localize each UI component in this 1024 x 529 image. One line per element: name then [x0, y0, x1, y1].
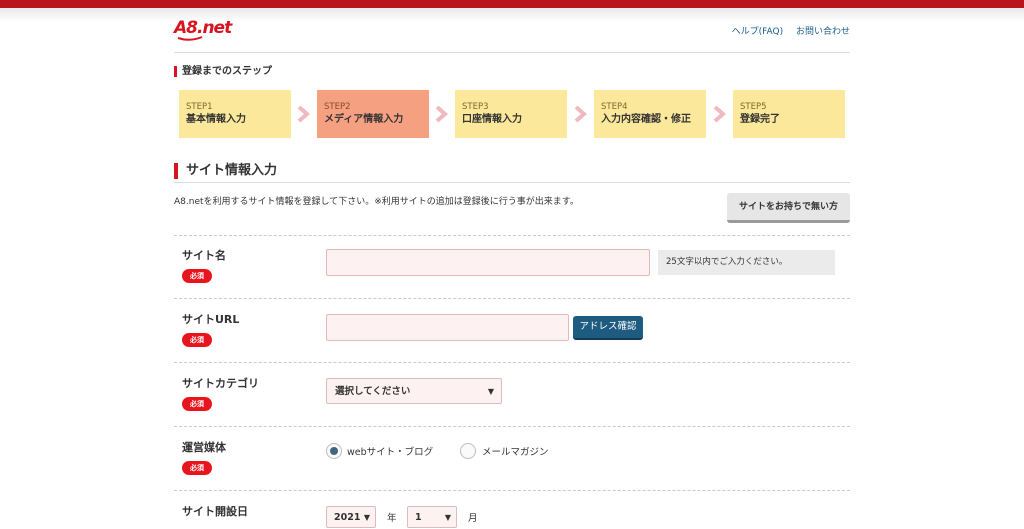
step-number: STEP3 — [462, 102, 489, 112]
step-4: STEP4 入力内容確認・修正 — [594, 90, 706, 138]
address-check-button[interactable]: アドレス確認 — [573, 316, 643, 340]
registration-steps: STEP1 基本情報入力 STEP2 メディア情報入力 STEP3 口座情報入力… — [179, 90, 850, 138]
no-site-button[interactable]: サイトをお持ちで無い方 — [727, 193, 850, 223]
step-3: STEP3 口座情報入力 — [455, 90, 567, 138]
month-unit: 月 — [468, 513, 478, 524]
site-name-input[interactable] — [326, 249, 650, 276]
step-arrow-icon — [435, 106, 448, 122]
step-number: STEP1 — [186, 102, 213, 112]
header-divider — [174, 52, 850, 53]
logo-swoosh-icon — [177, 36, 203, 41]
step-5: STEP5 登録完了 — [733, 90, 845, 138]
open-date-label: サイト開設日 — [182, 505, 248, 518]
site-category-label: サイトカテゴリ — [182, 377, 259, 390]
caret-down-icon: ▼ — [444, 513, 451, 522]
step-1: STEP1 基本情報入力 — [179, 90, 291, 138]
media-label: 運営媒体 — [182, 441, 226, 454]
step-name: 基本情報入力 — [186, 114, 246, 125]
step-name: 口座情報入力 — [462, 114, 522, 125]
contact-link[interactable]: お問い合わせ — [796, 27, 850, 37]
required-badge: 必須 — [182, 333, 212, 347]
media-radio-website[interactable] — [326, 443, 342, 459]
site-category-selected: 選択してください — [335, 386, 411, 397]
media-option-mailmagazine-label[interactable]: メールマガジン — [482, 444, 549, 458]
row-divider — [174, 298, 850, 299]
caret-down-icon: ▼ — [363, 513, 370, 522]
header-links: ヘルプ(FAQ) お問い合わせ — [722, 24, 850, 37]
open-month-value: 1 — [415, 512, 422, 523]
site-name-hint: 25文字以内でご入力ください。 — [658, 250, 835, 275]
row-divider — [174, 426, 850, 427]
step-number: STEP5 — [740, 102, 767, 112]
section-title: サイト情報入力 — [174, 163, 277, 179]
intro-text: A8.netを利用するサイト情報を登録して下さい。※利用サイトの追加は登録後に行… — [174, 197, 579, 207]
open-month-select[interactable]: 1 ▼ — [407, 506, 457, 528]
step-name: 登録完了 — [740, 114, 780, 125]
help-faq-link[interactable]: ヘルプ(FAQ) — [732, 27, 783, 37]
steps-heading: 登録までのステップ — [174, 66, 272, 77]
row-divider — [174, 362, 850, 363]
site-category-select[interactable]: 選択してください ▼ — [326, 378, 502, 404]
step-number: STEP2 — [324, 102, 351, 112]
required-badge: 必須 — [182, 269, 212, 283]
step-name: 入力内容確認・修正 — [601, 114, 691, 125]
media-radio-mailmagazine[interactable] — [460, 443, 476, 459]
caret-down-icon: ▼ — [487, 387, 494, 396]
step-arrow-icon — [574, 106, 587, 122]
row-divider — [174, 490, 850, 491]
site-name-label: サイト名 — [182, 249, 226, 262]
site-url-label: サイトURL — [182, 313, 240, 326]
step-arrow-icon — [713, 106, 726, 122]
media-option-website-label[interactable]: webサイト・ブログ — [347, 444, 433, 458]
page-container: A8.net ヘルプ(FAQ) お問い合わせ 登録までのステップ STEP1 基… — [174, 0, 850, 528]
section-divider — [174, 182, 850, 183]
step-2: STEP2 メディア情報入力 — [317, 90, 429, 138]
open-year-value: 2021 — [334, 512, 361, 523]
step-number: STEP4 — [601, 102, 628, 112]
row-divider — [174, 235, 850, 236]
required-badge: 必須 — [182, 461, 212, 475]
open-year-select[interactable]: 2021 ▼ — [326, 506, 376, 528]
step-name: メディア情報入力 — [324, 114, 404, 125]
a8net-logo[interactable]: A8.net — [174, 18, 234, 42]
required-badge: 必須 — [182, 397, 212, 411]
year-unit: 年 — [387, 513, 397, 524]
step-arrow-icon — [297, 106, 310, 122]
site-url-input[interactable] — [326, 314, 569, 341]
